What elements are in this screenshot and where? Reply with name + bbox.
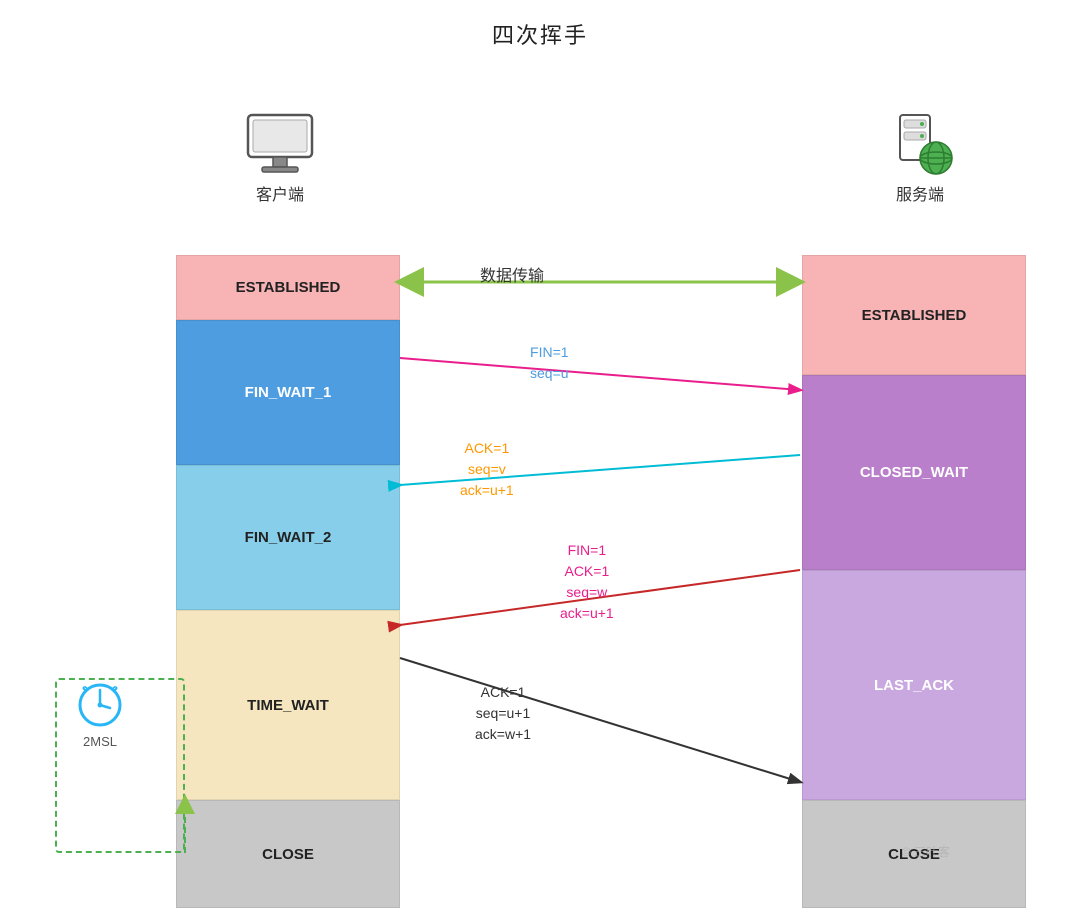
- client-icon: 客户端: [220, 110, 340, 205]
- client-fin-wait-1: FIN_WAIT_1: [176, 320, 400, 465]
- timer-box: 2MSL: [55, 680, 145, 749]
- fin1-label: FIN=1seq=u: [530, 342, 569, 384]
- client-established: ESTABLISHED: [176, 255, 400, 320]
- client-fin-wait-2: FIN_WAIT_2: [176, 465, 400, 610]
- server-established: ESTABLISHED: [802, 255, 1026, 375]
- watermark: © 三叶客: [902, 843, 950, 860]
- server-closed-wait: CLOSED_WAIT: [802, 375, 1026, 570]
- client-label: 客户端: [220, 181, 340, 205]
- client-close: CLOSE: [176, 800, 400, 908]
- diagram-area: 客户端 服务端 ESTABLISHED FIN_WAIT_1 FIN_WAIT_…: [0, 60, 1080, 920]
- ack2-label: ACK=1seq=u+1ack=w+1: [475, 682, 531, 745]
- server-icon: 服务端: [860, 110, 980, 205]
- ack1-label: ACK=1seq=vack=u+1: [460, 438, 514, 501]
- page-title: 四次挥手: [0, 0, 1080, 50]
- server-last-ack: LAST_ACK: [802, 570, 1026, 800]
- server-label: 服务端: [860, 181, 980, 205]
- timer-label: 2MSL: [55, 734, 145, 749]
- data-transfer-label: 数据传输: [480, 265, 544, 289]
- fin2-label: FIN=1ACK=1seq=wack=u+1: [560, 540, 614, 624]
- client-time-wait: TIME_WAIT: [176, 610, 400, 800]
